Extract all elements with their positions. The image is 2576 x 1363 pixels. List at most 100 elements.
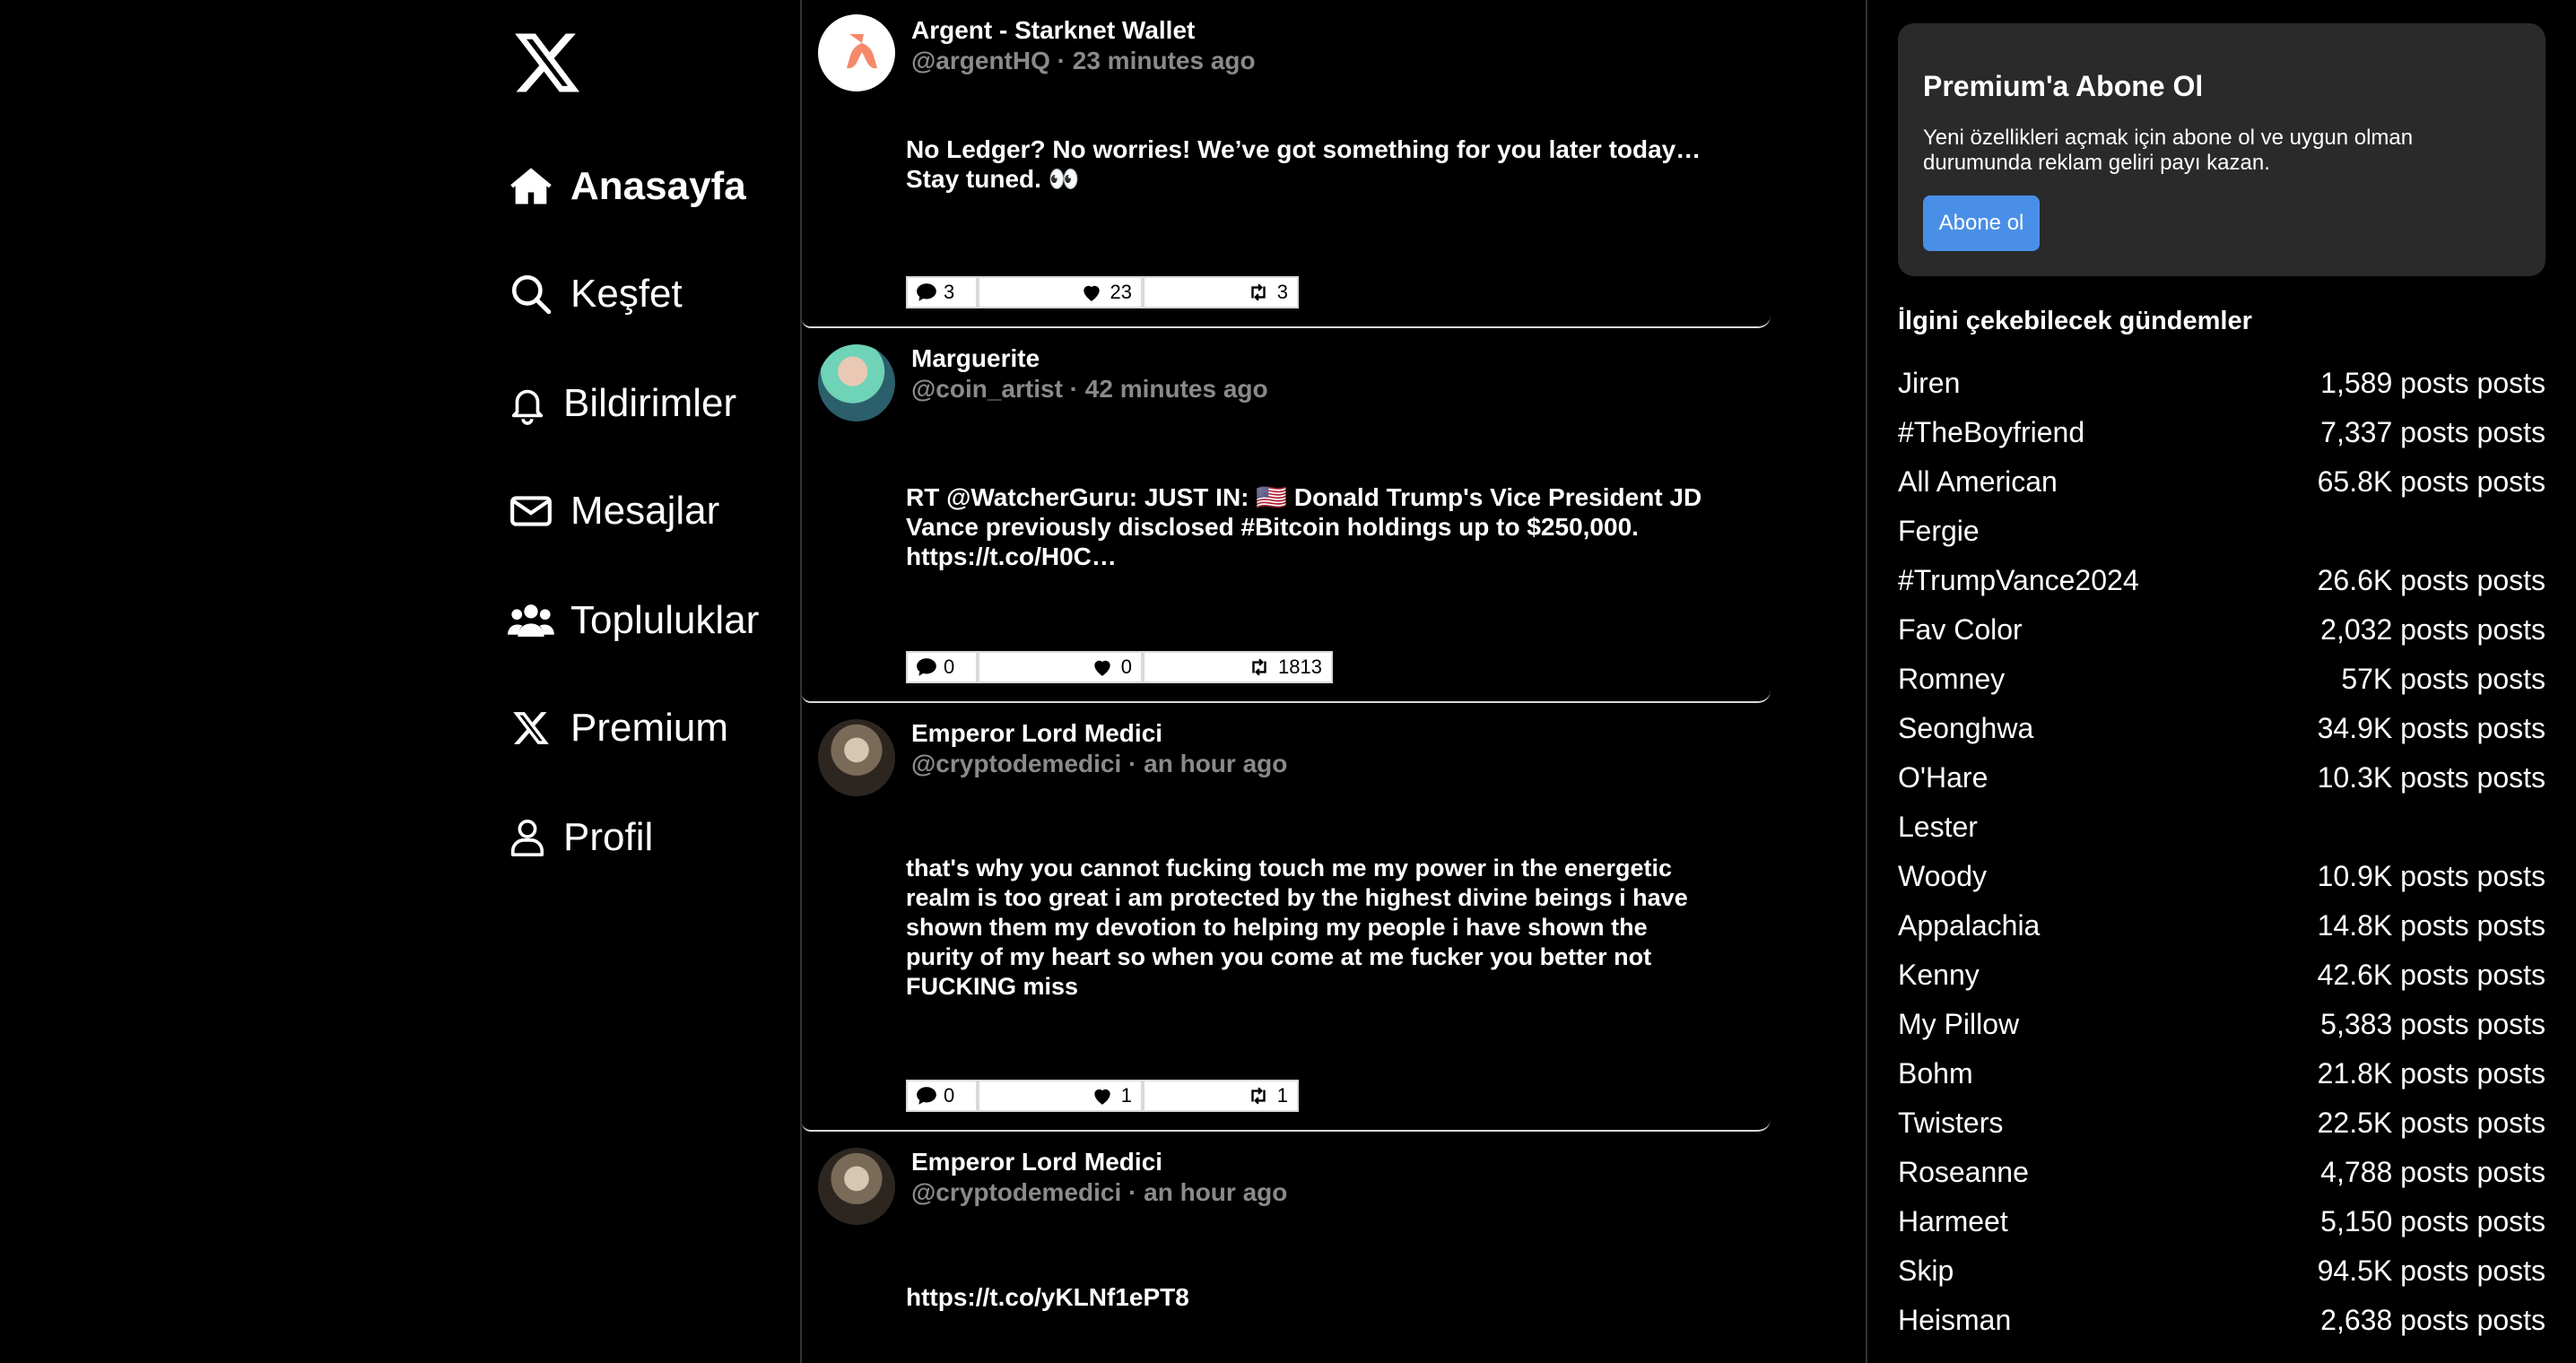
profile-photo-avatar[interactable] (818, 719, 895, 796)
trend-name: Kenny (1898, 959, 1980, 991)
trend-name: All American (1898, 465, 2058, 498)
like-button[interactable]: 0 (978, 651, 1143, 683)
trend-row[interactable]: Fav Color 2,032 posts posts (1898, 605, 2546, 655)
profile-photo-avatar[interactable] (818, 344, 895, 421)
reply-icon (917, 1087, 936, 1105)
trend-row[interactable]: Romney 57K posts posts (1898, 655, 2546, 704)
bell-icon (504, 377, 551, 430)
trend-name: Appalachia (1898, 909, 2041, 942)
nav-item-notifications[interactable]: Bildirimler (504, 368, 745, 439)
trend-row[interactable]: Woody 10.9K posts posts (1898, 852, 2546, 901)
person-icon (504, 811, 551, 864)
profile-photo-avatar[interactable] (818, 1148, 895, 1225)
like-button[interactable]: 1 (978, 1080, 1143, 1112)
trend-row[interactable]: Heisman 2,638 posts posts (1898, 1296, 2546, 1345)
trend-name: Harmeet (1898, 1205, 2008, 1237)
tweet[interactable]: Marguerite @coin_artist · 42 minutes ago… (802, 328, 1771, 703)
author-name[interactable]: Marguerite (911, 344, 1040, 373)
trend-row[interactable]: Harmeet 5,150 posts posts (1898, 1197, 2546, 1246)
nav-item-home[interactable]: Anasayfa (504, 151, 755, 222)
tweet-actions: 3 23 3 (906, 276, 1299, 308)
tweet-actions: 0 1 1 (906, 1080, 1299, 1112)
trend-post-count: 34.9K posts posts (2317, 712, 2546, 744)
retweet-count: 1813 (1278, 655, 1322, 678)
author-name[interactable]: Emperor Lord Medici (911, 1148, 1162, 1176)
trend-row[interactable]: Kenny 42.6K posts posts (1898, 951, 2546, 1000)
trend-row[interactable]: Bohm 21.8K posts posts (1898, 1049, 2546, 1098)
trend-row[interactable]: O'Hare 10.3K posts posts (1898, 753, 2546, 803)
reply-button[interactable]: 3 (906, 276, 978, 308)
tweet-actions: 0 0 1813 (906, 651, 1333, 683)
trend-post-count: 5,150 posts posts (2320, 1205, 2546, 1237)
author-handle-time: @cryptodemedici · an hour ago (911, 1178, 1288, 1206)
trend-row[interactable]: Skip 94.5K posts posts (1898, 1246, 2546, 1296)
trend-row[interactable]: Twisters 22.5K posts posts (1898, 1098, 2546, 1148)
trend-post-count: 21.8K posts posts (2317, 1057, 2546, 1090)
trend-post-count: 14.8K posts posts (2317, 909, 2546, 942)
retweet-button[interactable]: 1813 (1143, 651, 1333, 683)
reply-button[interactable]: 0 (906, 1080, 978, 1112)
trend-name: Bohm (1898, 1057, 1973, 1090)
tweet-text[interactable]: https://t.co/yKLNf1ePT8 (906, 1282, 1740, 1312)
trend-post-count: 1,589 posts posts (2320, 367, 2546, 399)
trends-title: İlgini çekebilecek gündemler (1898, 307, 2252, 335)
nav-item-explore[interactable]: Keşfet (504, 258, 692, 330)
nav-item-communities[interactable]: Topluluklar (504, 585, 768, 656)
trend-post-count: 26.6K posts posts (2317, 564, 2546, 596)
home-icon (504, 160, 558, 213)
trend-row[interactable]: Lester (1898, 803, 2546, 852)
trend-post-count: 10.3K posts posts (2317, 761, 2546, 794)
trend-row[interactable]: All American 65.8K posts posts (1898, 457, 2546, 507)
nav-item-profile[interactable]: Profil (504, 802, 662, 873)
argent-logo-avatar[interactable] (818, 14, 895, 91)
right-sidebar: Premium'a Abone Ol Yeni özellikleri açma… (1866, 0, 2576, 1363)
retweet-button[interactable]: 1 (1143, 1080, 1299, 1112)
author-name[interactable]: Emperor Lord Medici (911, 719, 1162, 748)
people-icon (504, 594, 558, 647)
trend-name: Woody (1898, 860, 1988, 892)
trend-row[interactable]: Jiren 1,589 posts posts (1898, 359, 2546, 408)
trend-row[interactable]: #TheBoyfriend 7,337 posts posts (1898, 408, 2546, 457)
trend-row[interactable]: Roseanne 4,788 posts posts (1898, 1148, 2546, 1197)
x-logo-icon[interactable] (509, 27, 585, 99)
trend-name: Jiren (1898, 367, 1961, 399)
trend-row[interactable]: Seonghwa 34.9K posts posts (1898, 704, 2546, 753)
trend-post-count: 22.5K posts posts (2317, 1107, 2546, 1139)
tweet[interactable]: Emperor Lord Medici @cryptodemedici · an… (802, 703, 1771, 1132)
trend-row[interactable]: Fergie (1898, 507, 2546, 556)
trend-post-count: 5,383 posts posts (2320, 1008, 2546, 1040)
trend-row[interactable]: My Pillow 5,383 posts posts (1898, 1000, 2546, 1049)
author-name[interactable]: Argent - Starknet Wallet (911, 16, 1195, 45)
subscribe-button[interactable]: Abone ol (1923, 195, 2040, 251)
retweet-button[interactable]: 3 (1143, 276, 1299, 308)
search-icon (504, 267, 558, 321)
trend-name: O'Hare (1898, 761, 1989, 794)
trend-name: Lester (1898, 811, 1978, 843)
trend-row[interactable]: Appalachia 14.8K posts posts (1898, 901, 2546, 951)
trend-name: Roseanne (1898, 1156, 2029, 1188)
trend-post-count: 7,337 posts posts (2320, 416, 2546, 448)
premium-card: Premium'a Abone Ol Yeni özellikleri açma… (1898, 23, 2546, 276)
retweet-icon (1251, 283, 1266, 301)
retweet-count: 1 (1276, 1084, 1288, 1107)
x-logo-icon (504, 701, 558, 755)
reply-icon (917, 283, 936, 301)
trend-post-count: 2,032 posts posts (2320, 613, 2546, 646)
trend-post-count: 94.5K posts posts (2317, 1254, 2546, 1287)
reply-icon (917, 658, 936, 676)
trend-post-count: 10.9K posts posts (2317, 860, 2546, 892)
nav-label-profile: Profil (563, 815, 654, 859)
trend-row[interactable]: #TrumpVance2024 26.6K posts posts (1898, 556, 2546, 605)
trend-post-count: 4,788 posts posts (2320, 1156, 2546, 1188)
nav-label-explore: Keşfet (570, 272, 683, 316)
nav-label-communities: Topluluklar (570, 598, 760, 642)
reply-button[interactable]: 0 (906, 651, 978, 683)
heart-icon (1083, 285, 1100, 301)
tweet[interactable]: Argent - Starknet Wallet @argentHQ · 23 … (802, 0, 1771, 328)
nav-item-messages[interactable]: Mesajlar (504, 475, 728, 547)
nav-item-premium[interactable]: Premium (504, 692, 737, 764)
tweet[interactable]: Emperor Lord Medici @cryptodemedici · an… (802, 1132, 1771, 1363)
trend-name: #TheBoyfriend (1898, 416, 2085, 448)
like-button[interactable]: 23 (978, 276, 1143, 308)
reply-count: 0 (944, 1084, 955, 1107)
